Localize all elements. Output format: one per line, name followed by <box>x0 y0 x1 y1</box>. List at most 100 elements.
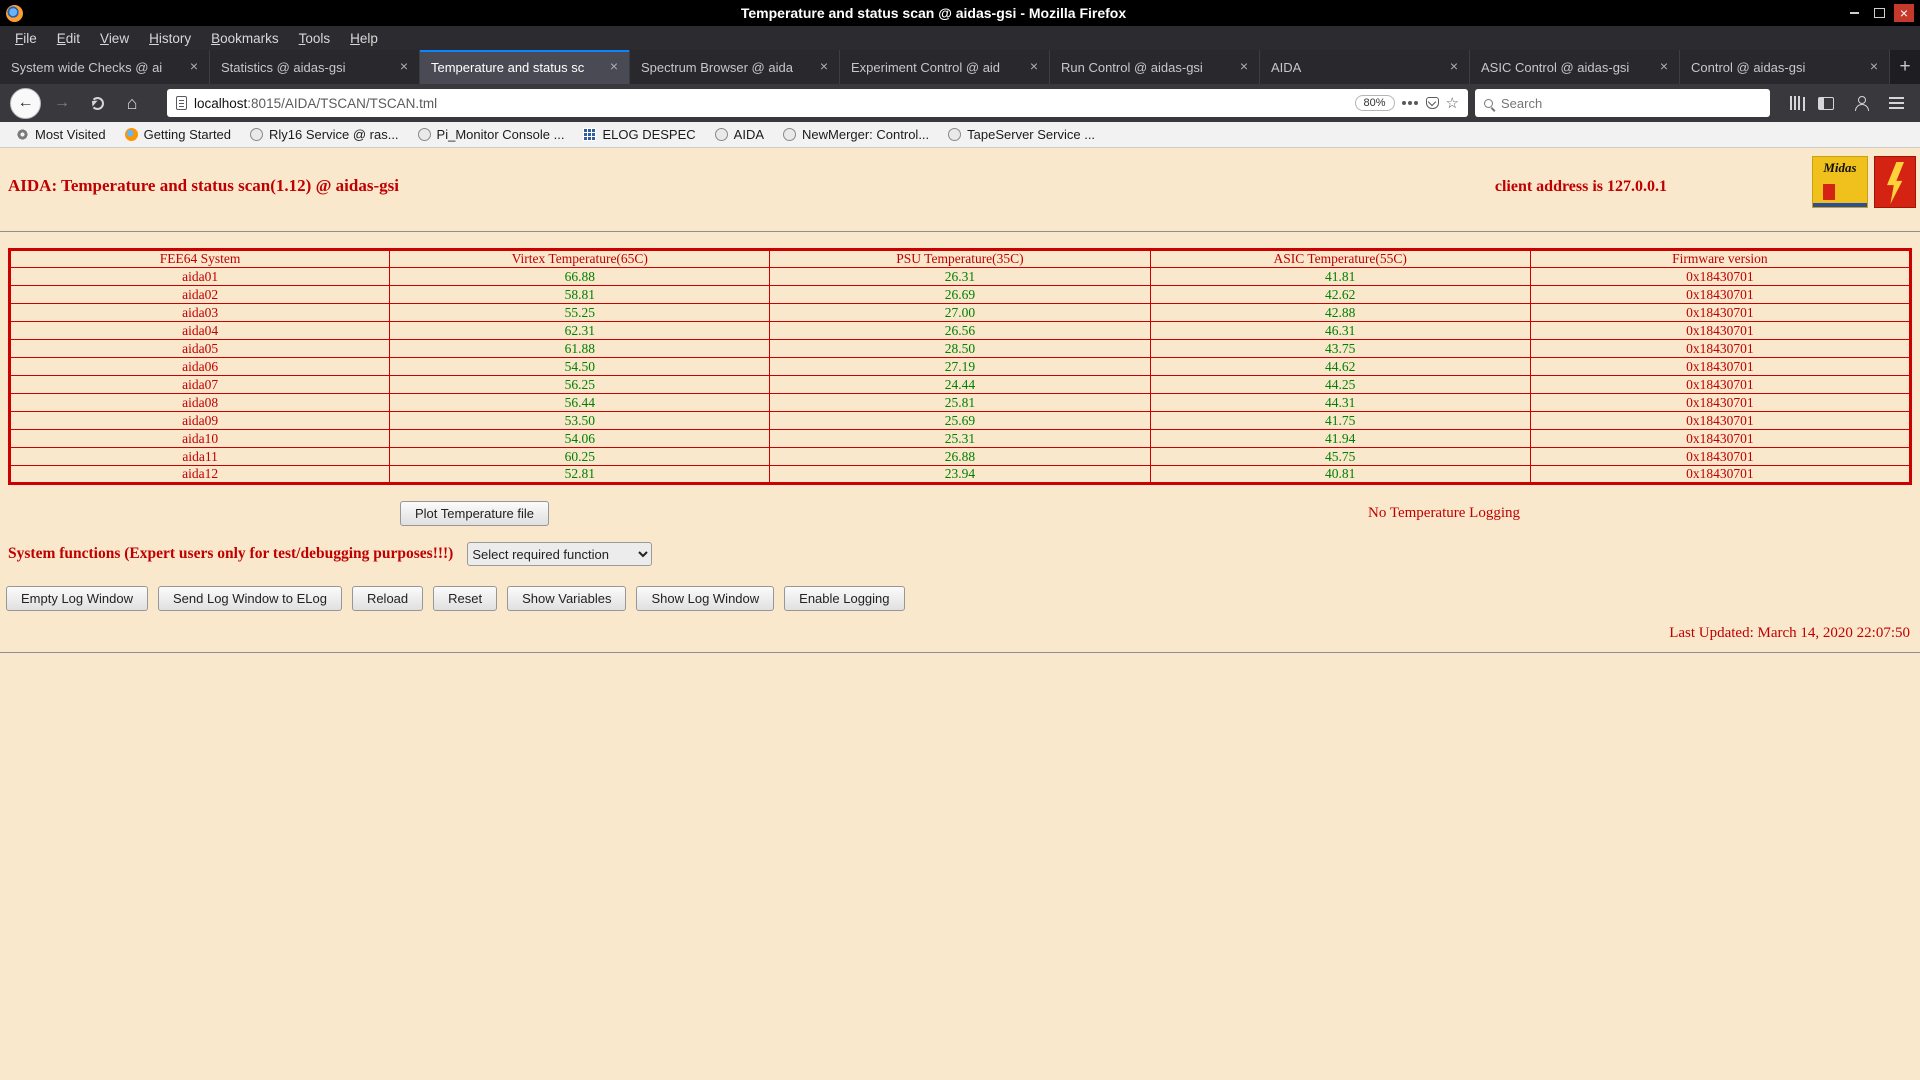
library-icon <box>1790 96 1792 110</box>
action-buttons-row: Empty Log Window Send Log Window to ELog… <box>0 586 1920 611</box>
action-button[interactable]: Show Variables <box>507 586 626 611</box>
bookmark-label: Getting Started <box>144 127 231 142</box>
menu-item[interactable]: View <box>91 29 138 48</box>
app-menu-button[interactable] <box>1882 89 1910 117</box>
virtex-temperature-cell: 61.88 <box>390 340 770 358</box>
action-button[interactable]: Show Log Window <box>636 586 774 611</box>
minimize-button[interactable] <box>1844 4 1864 22</box>
bookmark-item[interactable]: Getting Started <box>117 125 239 144</box>
action-button[interactable]: Reset <box>433 586 497 611</box>
psu-temperature-cell: 23.94 <box>770 466 1150 484</box>
virtex-temperature-cell: 58.81 <box>390 286 770 304</box>
bookmark-star-icon[interactable] <box>1446 94 1459 113</box>
reload-button[interactable] <box>83 89 111 117</box>
url-bar[interactable]: localhost:8015/AIDA/TSCAN/TSCAN.tml 80% <box>167 89 1468 117</box>
home-button[interactable] <box>118 89 146 117</box>
tab-close-icon[interactable]: × <box>1445 58 1463 76</box>
browser-tab[interactable]: Control @ aidas-gsi × <box>1680 50 1890 84</box>
search-input[interactable] <box>1501 96 1761 111</box>
table-row: aida11 60.25 26.88 45.75 0x18430701 <box>10 448 1911 466</box>
tab-close-icon[interactable]: × <box>1235 58 1253 76</box>
psu-temperature-cell: 27.00 <box>770 304 1150 322</box>
back-button[interactable] <box>10 88 41 119</box>
close-button[interactable] <box>1894 4 1914 22</box>
bookmark-item[interactable]: ELOG DESPEC <box>575 125 703 144</box>
tab-close-icon[interactable]: × <box>1865 58 1883 76</box>
zoom-level-badge[interactable]: 80% <box>1355 95 1395 111</box>
virtex-temperature-cell: 66.88 <box>390 268 770 286</box>
browser-tab[interactable]: Temperature and status sc × <box>420 50 630 84</box>
tab-title: System wide Checks @ ai <box>11 60 185 75</box>
action-button[interactable]: Empty Log Window <box>6 586 148 611</box>
bookmark-label: TapeServer Service ... <box>967 127 1095 142</box>
bookmark-item[interactable]: NewMerger: Control... <box>775 125 937 144</box>
library-button[interactable] <box>1777 89 1805 117</box>
fee64-system-cell: aida01 <box>10 268 390 286</box>
menu-bar: File Edit View History Bookmarks Tools H… <box>0 26 1920 50</box>
pocket-icon[interactable] <box>1426 97 1439 109</box>
maximize-button[interactable] <box>1869 4 1889 22</box>
asic-temperature-cell: 45.75 <box>1150 448 1530 466</box>
firefox-logo-icon <box>6 5 23 22</box>
temperature-table: FEE64 System Virtex Temperature(65C) PSU… <box>8 248 1912 485</box>
tab-close-icon[interactable]: × <box>185 58 203 76</box>
bookmark-item[interactable]: Rly16 Service @ ras... <box>242 125 407 144</box>
firmware-version-cell: 0x18430701 <box>1530 304 1910 322</box>
menu-item[interactable]: History <box>140 29 200 48</box>
tab-title: Temperature and status sc <box>431 60 605 75</box>
account-button[interactable] <box>1847 89 1875 117</box>
bookmark-item[interactable]: TapeServer Service ... <box>940 125 1103 144</box>
table-row: aida05 61.88 28.50 43.75 0x18430701 <box>10 340 1911 358</box>
psu-temperature-cell: 25.81 <box>770 394 1150 412</box>
tab-close-icon[interactable]: × <box>815 58 833 76</box>
virtex-temperature-cell: 54.06 <box>390 430 770 448</box>
menu-item[interactable]: Tools <box>290 29 340 48</box>
asic-temperature-cell: 41.81 <box>1150 268 1530 286</box>
tab-close-icon[interactable]: × <box>395 58 413 76</box>
plot-temperature-button[interactable]: Plot Temperature file <box>400 501 549 526</box>
function-select[interactable]: Select required function <box>467 542 652 566</box>
firmware-version-cell: 0x18430701 <box>1530 394 1910 412</box>
psu-temperature-cell: 25.69 <box>770 412 1150 430</box>
firmware-version-cell: 0x18430701 <box>1530 268 1910 286</box>
tab-close-icon[interactable]: × <box>605 58 623 76</box>
virtex-temperature-cell: 56.25 <box>390 376 770 394</box>
browser-tab[interactable]: Spectrum Browser @ aida × <box>630 50 840 84</box>
menu-item[interactable]: Edit <box>48 29 89 48</box>
menu-item[interactable]: File <box>6 29 46 48</box>
action-button[interactable]: Enable Logging <box>784 586 904 611</box>
tab-close-icon[interactable]: × <box>1655 58 1673 76</box>
browser-tab[interactable]: ASIC Control @ aidas-gsi × <box>1470 50 1680 84</box>
sidebar-button[interactable] <box>1812 89 1840 117</box>
virtex-temperature-cell: 55.25 <box>390 304 770 322</box>
page-actions-icon[interactable] <box>1402 101 1406 105</box>
fee64-system-cell: aida02 <box>10 286 390 304</box>
tab-title: Spectrum Browser @ aida <box>641 60 815 75</box>
logos: Midas <box>1812 156 1916 208</box>
table-body: aida01 66.88 26.31 41.81 0x18430701 aida… <box>10 268 1911 484</box>
fee64-system-cell: aida09 <box>10 412 390 430</box>
menu-item[interactable]: Bookmarks <box>202 29 288 48</box>
action-button[interactable]: Send Log Window to ELog <box>158 586 342 611</box>
page-info-icon[interactable] <box>176 96 187 110</box>
browser-tab[interactable]: Run Control @ aidas-gsi × <box>1050 50 1260 84</box>
last-updated: Last Updated: March 14, 2020 22:07:50 <box>0 625 1920 642</box>
browser-tab[interactable]: Experiment Control @ aid × <box>840 50 1050 84</box>
browser-tab[interactable]: Statistics @ aidas-gsi × <box>210 50 420 84</box>
asic-temperature-cell: 44.31 <box>1150 394 1530 412</box>
table-row: aida01 66.88 26.31 41.81 0x18430701 <box>10 268 1911 286</box>
bookmark-favicon <box>125 128 138 141</box>
fee64-system-cell: aida07 <box>10 376 390 394</box>
menu-item[interactable]: Help <box>341 29 387 48</box>
tab-close-icon[interactable]: × <box>1025 58 1043 76</box>
bookmark-item[interactable]: Pi_Monitor Console ... <box>410 125 573 144</box>
system-functions-row: System functions (Expert users only for … <box>0 542 1920 566</box>
action-button[interactable]: Reload <box>352 586 423 611</box>
browser-tab[interactable]: System wide Checks @ ai × <box>0 50 210 84</box>
bookmark-item[interactable]: AIDA <box>707 125 772 144</box>
bookmark-item[interactable]: Most Visited <box>8 125 114 144</box>
asic-temperature-cell: 44.25 <box>1150 376 1530 394</box>
browser-tab[interactable]: AIDA × <box>1260 50 1470 84</box>
new-tab-button[interactable]: + <box>1890 50 1920 84</box>
forward-button[interactable] <box>48 89 76 117</box>
